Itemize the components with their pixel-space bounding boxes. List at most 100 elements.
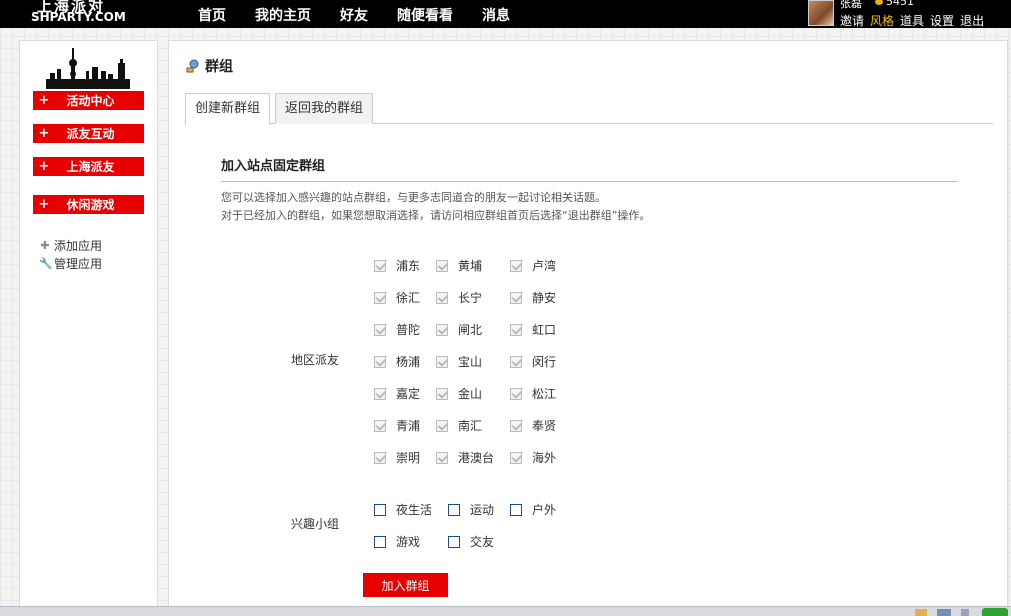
sidebar-button-interact[interactable]: + 派友互动 (33, 124, 144, 143)
interest-checkbox[interactable]: 户外 (510, 501, 556, 518)
logout-link[interactable]: 退出 (960, 14, 984, 28)
region-checkbox[interactable]: 海外 (510, 449, 556, 466)
region-checkbox[interactable]: 长宁 (436, 289, 482, 306)
sidebar-link-manage-app[interactable]: 🔧 管理应用 (39, 255, 102, 272)
top-bar: 上海派对 SHPARTY.COM 首页 我的主页 好友 随便看看 消息 张磊 5… (0, 0, 1011, 28)
folder-icon[interactable] (915, 609, 927, 616)
interest-checkbox[interactable]: 夜生活 (374, 501, 432, 518)
region-checkbox-label: 港澳台 (458, 451, 495, 465)
nav-friends[interactable]: 好友 (340, 5, 368, 25)
join-group-button[interactable]: 加入群组 (363, 573, 448, 597)
region-checkbox[interactable]: 闵行 (510, 353, 556, 370)
checkbox-box[interactable] (374, 387, 386, 400)
checkbox-box[interactable] (436, 323, 448, 336)
checkbox-box[interactable] (510, 291, 522, 304)
region-checkbox[interactable]: 浦东 (374, 257, 420, 274)
page-title: 群组 (185, 56, 233, 76)
region-checkbox[interactable]: 崇明 (374, 449, 420, 466)
section-description: 您可以选择加入感兴趣的站点群组，与更多志同道合的朋友一起讨论相关话题。 对于已经… (221, 189, 650, 225)
checkbox-box[interactable] (510, 355, 522, 368)
checkbox-box[interactable] (374, 259, 386, 272)
main-nav: 首页 我的主页 好友 随便看看 消息 (198, 5, 539, 25)
checkbox-box[interactable] (436, 387, 448, 400)
region-checkbox[interactable]: 普陀 (374, 321, 420, 338)
region-checkbox[interactable]: 闸北 (436, 321, 482, 338)
interest-checkbox[interactable]: 运动 (448, 501, 494, 518)
interest-checkbox-label: 夜生活 (396, 503, 433, 517)
sidebar-button-activity[interactable]: + 活动中心 (33, 91, 144, 110)
region-checkbox[interactable]: 静安 (510, 289, 556, 306)
region-checkbox[interactable]: 奉贤 (510, 417, 556, 434)
checkbox-box[interactable] (374, 291, 386, 304)
checkbox-box[interactable] (374, 419, 386, 432)
checkbox-box[interactable] (436, 355, 448, 368)
checkbox-box[interactable] (436, 419, 448, 432)
region-checkbox[interactable]: 青浦 (374, 417, 420, 434)
checkbox-box[interactable] (510, 387, 522, 400)
region-checkbox[interactable]: 卢湾 (510, 257, 556, 274)
checkbox-box[interactable] (510, 259, 522, 272)
avatar[interactable] (808, 0, 834, 26)
checkbox-box[interactable] (436, 259, 448, 272)
checkbox-box[interactable] (510, 503, 522, 516)
region-checkbox[interactable]: 南汇 (436, 417, 482, 434)
region-checkbox[interactable]: 徐汇 (374, 289, 420, 306)
tab-my-groups[interactable]: 返回我的群组 (275, 93, 374, 124)
sidebar-button-shanghai[interactable]: + 上海派友 (33, 157, 144, 176)
interest-checkbox[interactable]: 游戏 (374, 533, 420, 550)
region-checkbox-label: 卢湾 (532, 259, 557, 273)
interest-checkbox[interactable]: 交友 (448, 533, 494, 550)
sidebar-link-add-app[interactable]: ✚ 添加应用 (39, 237, 102, 254)
region-checkbox[interactable]: 港澳台 (436, 449, 494, 466)
region-checkbox-label: 青浦 (396, 419, 421, 433)
checkbox-box[interactable] (374, 323, 386, 336)
checkbox-box[interactable] (374, 451, 386, 464)
site-logo[interactable]: 上海派对 SHPARTY.COM (31, 0, 131, 28)
checkbox-box[interactable] (436, 451, 448, 464)
help-icon[interactable] (982, 608, 1008, 616)
checkbox-box[interactable] (448, 535, 460, 548)
sidebar-button-games[interactable]: + 休闲游戏 (33, 195, 144, 214)
settings-link[interactable]: 设置 (930, 14, 954, 28)
nav-messages[interactable]: 消息 (482, 5, 510, 25)
checkbox-box[interactable] (374, 355, 386, 368)
style-link[interactable]: 风格 (870, 14, 894, 28)
coin-value: 5451 (886, 0, 914, 8)
interest-checkbox-label: 游戏 (396, 535, 421, 549)
description-line: 您可以选择加入感兴趣的站点群组，与更多志同道合的朋友一起讨论相关话题。 (221, 191, 606, 204)
main-panel: 群组 创建新群组 返回我的群组 加入站点固定群组 您可以选择加入感兴趣的站点群组… (168, 40, 1008, 616)
nav-browse[interactable]: 随便看看 (397, 5, 453, 25)
checkbox-box[interactable] (510, 451, 522, 464)
region-checkbox-label: 杨浦 (396, 355, 421, 369)
region-checkbox-label: 浦东 (396, 259, 421, 273)
coin-count: 5451 (875, 0, 914, 8)
checkbox-box[interactable] (510, 419, 522, 432)
region-checkbox[interactable]: 嘉定 (374, 385, 420, 402)
wrench-icon: 🔧 (39, 257, 53, 270)
checkbox-box[interactable] (374, 503, 386, 516)
invite-link[interactable]: 邀请 (840, 14, 864, 28)
region-checkbox[interactable]: 黄埔 (436, 257, 482, 274)
props-link[interactable]: 道具 (900, 14, 924, 28)
interest-checkbox-label: 运动 (470, 503, 495, 517)
coin-icon (875, 0, 883, 5)
plus-icon: + (38, 126, 50, 141)
region-checkbox[interactable]: 虹口 (510, 321, 556, 338)
checkbox-box[interactable] (448, 503, 460, 516)
skyline-logo-icon (46, 48, 130, 89)
window-icon[interactable] (937, 609, 951, 616)
tab-create-group[interactable]: 创建新群组 (185, 93, 271, 125)
region-checkbox[interactable]: 松江 (510, 385, 556, 402)
logo-text-en: SHPARTY.COM (31, 10, 126, 24)
document-icon[interactable] (961, 609, 969, 616)
checkbox-box[interactable] (510, 323, 522, 336)
user-name[interactable]: 张磊 (840, 0, 862, 11)
checkbox-box[interactable] (436, 291, 448, 304)
nav-home[interactable]: 首页 (198, 5, 226, 25)
section-divider (221, 181, 957, 182)
checkbox-box[interactable] (374, 535, 386, 548)
region-checkbox[interactable]: 杨浦 (374, 353, 420, 370)
region-checkbox[interactable]: 宝山 (436, 353, 482, 370)
region-checkbox[interactable]: 金山 (436, 385, 482, 402)
nav-my-home[interactable]: 我的主页 (255, 5, 311, 25)
